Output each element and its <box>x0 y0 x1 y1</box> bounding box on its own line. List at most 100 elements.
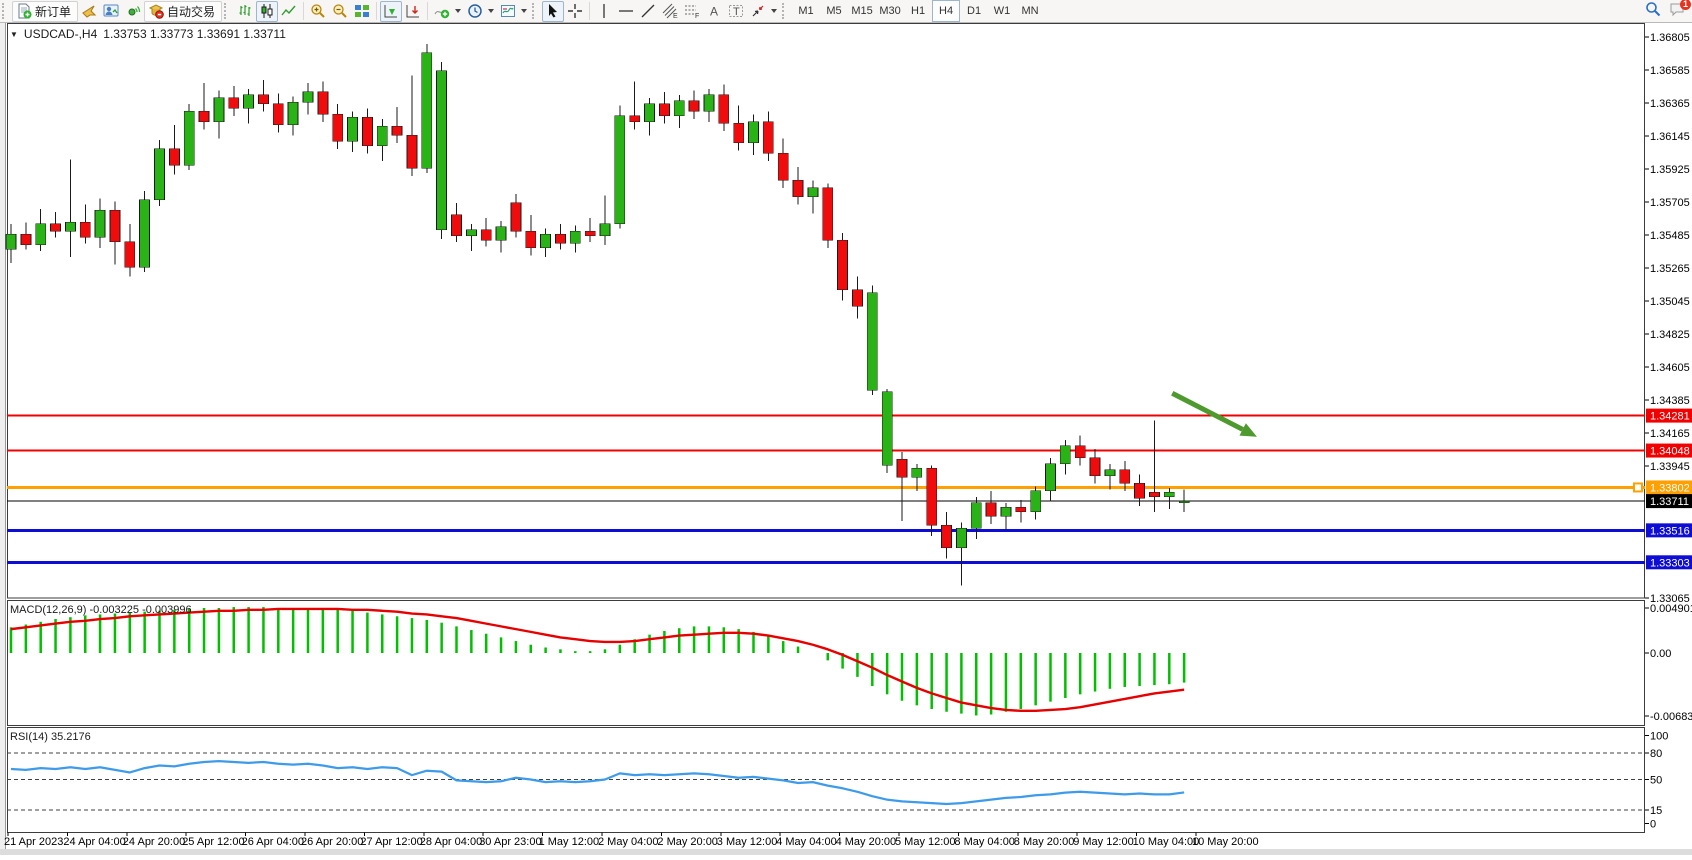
text-label-tool-button[interactable]: T <box>725 1 747 22</box>
channel-letter: E <box>673 13 678 19</box>
zoom-in-icon <box>310 3 326 19</box>
price-axis[interactable]: 1.368051.365851.363651.361451.359251.357… <box>1634 32 1692 605</box>
chat-button[interactable]: 1 <box>1669 1 1686 22</box>
chart-canvas[interactable]: 1.368051.365851.363651.361451.359251.357… <box>0 23 1692 855</box>
candle-chart-type-button[interactable] <box>256 1 278 22</box>
periods-button[interactable] <box>464 1 497 22</box>
time-axis-label: 9 May 12:00 <box>1073 836 1134 848</box>
auto-trading-label: 自动交易 <box>167 3 215 20</box>
search-icon[interactable] <box>1645 1 1661 22</box>
vertical-line-icon <box>596 3 612 19</box>
time-axis-label: 8 May 20:00 <box>1014 836 1075 848</box>
toolbar-grip[interactable] <box>532 3 539 19</box>
price-axis-tick: 1.36805 <box>1650 32 1690 44</box>
toolbar-grip[interactable] <box>782 3 789 19</box>
cursor-icon <box>545 3 561 19</box>
text-tool-button[interactable]: A <box>703 1 725 22</box>
cursor-tool-button[interactable] <box>542 1 564 22</box>
symbol-timeframe-label: USDCAD-,H4 <box>24 27 97 41</box>
profile-button[interactable] <box>100 1 122 22</box>
tab-timeframe-m5[interactable]: M5 <box>820 0 848 22</box>
chart-svg[interactable]: 1.368051.365851.363651.361451.359251.357… <box>0 23 1692 855</box>
clock-icon <box>467 3 483 19</box>
rsi-pane: 1008050150 <box>7 731 1668 831</box>
label-tool-icon: T <box>733 6 740 18</box>
macd-axis-tick: 0.00 <box>1650 648 1671 660</box>
auto-scroll-button[interactable] <box>380 1 402 22</box>
zoom-in-button[interactable] <box>307 1 329 22</box>
indicators-button[interactable] <box>431 1 464 22</box>
time-axis-label: 24 Apr 20:00 <box>123 836 185 848</box>
tab-timeframe-m1[interactable]: M1 <box>792 0 820 22</box>
time-axis-label: 10 May 20:00 <box>1192 836 1259 848</box>
indicators-icon <box>434 3 450 19</box>
chart-shift-button[interactable] <box>402 1 424 22</box>
tab-timeframe-w1[interactable]: W1 <box>988 0 1016 22</box>
price-axis-tick: 1.34825 <box>1650 329 1690 341</box>
new-order-icon <box>16 3 32 19</box>
toolbar-grip[interactable] <box>2 3 9 19</box>
price-axis-tick: 1.34385 <box>1650 395 1690 407</box>
price-axis-tick: 1.35925 <box>1650 164 1690 176</box>
tile-windows-button[interactable] <box>351 1 373 22</box>
auto-scroll-icon <box>383 3 399 19</box>
time-axis-label: 28 Apr 04:00 <box>420 836 482 848</box>
price-axis-tick: 1.34605 <box>1650 362 1690 374</box>
price-axis-tick: 1.36585 <box>1650 65 1690 77</box>
bar-chart-type-button[interactable] <box>234 1 256 22</box>
channel-tool-button[interactable]: E <box>659 1 681 22</box>
tab-timeframe-h4[interactable]: H4 <box>932 0 960 22</box>
time-axis-label: 2 May 20:00 <box>657 836 718 848</box>
rsi-axis-tick: 50 <box>1650 775 1662 787</box>
auto-trading-icon <box>148 3 164 19</box>
price-axis-tick: 1.35045 <box>1650 296 1690 308</box>
line-drag-handle[interactable] <box>1634 483 1642 491</box>
horizontal-line-tool-button[interactable] <box>615 1 637 22</box>
chevron-down-icon <box>455 9 461 13</box>
tab-timeframe-m15[interactable]: M15 <box>848 0 876 22</box>
tab-timeframe-d1[interactable]: D1 <box>960 0 988 22</box>
shapes-arrows-icon <box>750 3 766 19</box>
horizontal-levels[interactable] <box>7 416 1645 563</box>
time-axis-label: 2 May 04:00 <box>598 836 659 848</box>
chevron-down-icon <box>488 9 494 13</box>
symbol-dropdown-icon[interactable]: ▼ <box>10 30 18 39</box>
chart-shift-icon <box>405 3 421 19</box>
tab-timeframe-m30[interactable]: M30 <box>876 0 904 22</box>
news-button[interactable] <box>122 1 144 22</box>
signals-icon <box>81 3 97 19</box>
templates-button[interactable] <box>497 1 530 22</box>
chart-header[interactable]: ▼ USDCAD-,H4 1.33753 1.33773 1.33691 1.3… <box>10 27 286 41</box>
time-axis[interactable]: 21 Apr 202324 Apr 04:0024 Apr 20:0025 Ap… <box>4 833 1259 849</box>
tab-timeframe-mn[interactable]: MN <box>1016 0 1044 22</box>
time-axis-label: 10 May 04:00 <box>1133 836 1200 848</box>
shapes-tool-button[interactable] <box>747 1 780 22</box>
rsi-indicator-label: RSI(14) 35.2176 <box>10 731 91 743</box>
vertical-line-tool-button[interactable] <box>593 1 615 22</box>
time-axis-label: 26 Apr 20:00 <box>301 836 363 848</box>
time-axis-label: 25 Apr 12:00 <box>182 836 244 848</box>
trendline-tool-button[interactable] <box>637 1 659 22</box>
rsi-axis-tick: 15 <box>1650 805 1662 817</box>
price-axis-tick: 1.35705 <box>1650 197 1690 209</box>
rsi-axis-tick: 80 <box>1650 748 1662 760</box>
line-chart-type-button[interactable] <box>278 1 300 22</box>
crosshair-tool-button[interactable] <box>564 1 586 22</box>
broadcast-icon <box>125 3 141 19</box>
macd-pane: 0.0049010.00-0.006838 <box>11 603 1692 723</box>
tile-windows-icon <box>354 3 370 19</box>
time-axis-label: 1 May 12:00 <box>539 836 600 848</box>
time-axis-label: 24 Apr 04:00 <box>63 836 125 848</box>
time-axis-label: 30 Apr 23:00 <box>479 836 541 848</box>
fibonacci-tool-button[interactable]: F <box>681 1 703 22</box>
tab-timeframe-h1[interactable]: H1 <box>904 0 932 22</box>
rsi-axis-tick: 100 <box>1650 731 1668 743</box>
auto-trading-button[interactable]: 自动交易 <box>144 1 222 22</box>
zoom-out-button[interactable] <box>329 1 351 22</box>
toolbar-grip[interactable] <box>224 3 231 19</box>
price-axis-tick: 1.36365 <box>1650 98 1690 110</box>
toolbar: 新订单 自动交易 <box>0 0 1692 23</box>
time-axis-label: 3 May 12:00 <box>717 836 778 848</box>
signals-button[interactable] <box>78 1 100 22</box>
new-order-button[interactable]: 新订单 <box>12 1 78 22</box>
